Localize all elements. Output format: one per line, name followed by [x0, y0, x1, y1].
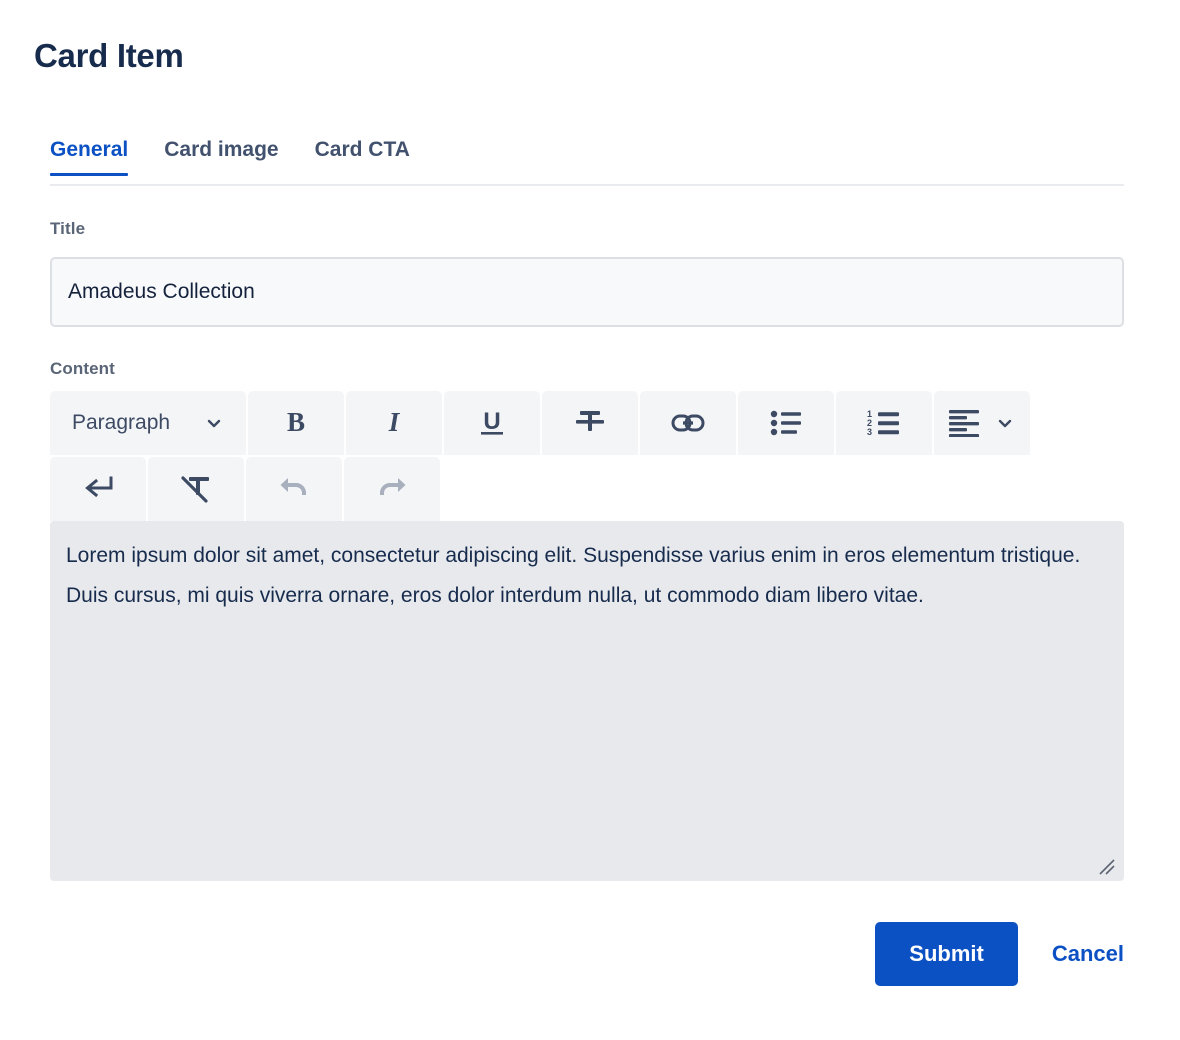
tab-card-image[interactable]: Card image	[164, 138, 278, 174]
strikethrough-button[interactable]	[542, 391, 638, 455]
toolbar-group-bold: B	[248, 391, 344, 455]
form-actions: Submit Cancel	[0, 922, 1124, 986]
editor-toolbar: Paragraph B I U 1 2 3	[50, 391, 1124, 523]
toolbar-group-italic: I	[346, 391, 442, 455]
paragraph-style-dropdown[interactable]: Paragraph	[50, 391, 246, 455]
redo-button[interactable]	[344, 457, 440, 521]
undo-button[interactable]	[246, 457, 342, 521]
bold-icon: B	[283, 408, 309, 438]
line-break-button[interactable]	[50, 457, 146, 521]
chevron-down-icon	[204, 413, 224, 433]
svg-text:U: U	[483, 408, 500, 435]
underline-icon: U	[478, 408, 506, 438]
toolbar-group-paragraph: Paragraph	[50, 391, 246, 455]
align-left-icon	[949, 409, 981, 437]
clear-formatting-button[interactable]	[148, 457, 244, 521]
line-break-icon	[82, 475, 114, 503]
toolbar-group-line-break	[50, 457, 146, 521]
bullet-list-button[interactable]	[738, 391, 834, 455]
svg-text:I: I	[388, 408, 401, 437]
tab-general[interactable]: General	[50, 138, 129, 176]
italic-button[interactable]: I	[346, 391, 442, 455]
toolbar-group-underline: U	[444, 391, 540, 455]
toolbar-group-numbered-list: 1 2 3	[836, 391, 932, 455]
bold-button[interactable]: B	[248, 391, 344, 455]
toolbar-group-align	[934, 391, 1030, 455]
undo-icon	[277, 476, 311, 502]
chevron-down-icon	[995, 413, 1015, 433]
page-title: Card Item	[34, 37, 184, 74]
tab-card-cta[interactable]: Card CTA	[315, 138, 410, 174]
toolbar-group-link	[640, 391, 736, 455]
content-textarea[interactable]	[50, 521, 1124, 881]
svg-text:B: B	[287, 408, 305, 437]
numbered-list-icon: 1 2 3	[867, 410, 901, 436]
toolbar-group-clear-formatting	[148, 457, 244, 521]
toolbar-group-undo	[246, 457, 342, 521]
paragraph-style-label: Paragraph	[72, 411, 171, 434]
title-input[interactable]	[50, 257, 1124, 327]
toolbar-group-redo	[344, 457, 440, 521]
redo-icon	[375, 476, 409, 502]
italic-icon: I	[381, 408, 407, 438]
toolbar-group-bullet-list	[738, 391, 834, 455]
strikethrough-icon	[573, 407, 607, 439]
cancel-button[interactable]: Cancel	[1052, 941, 1124, 967]
toolbar-group-strikethrough	[542, 391, 638, 455]
submit-button[interactable]: Submit	[875, 922, 1018, 986]
link-button[interactable]	[640, 391, 736, 455]
content-field-label: Content	[50, 359, 115, 378]
svg-text:3: 3	[867, 427, 872, 436]
align-left-button[interactable]	[934, 391, 1030, 455]
clear-formatting-icon	[180, 474, 212, 504]
link-icon	[671, 411, 705, 435]
underline-button[interactable]: U	[444, 391, 540, 455]
numbered-list-button[interactable]: 1 2 3	[836, 391, 932, 455]
tab-bar: General Card image Card CTA	[50, 138, 1124, 186]
bullet-list-icon	[770, 410, 802, 436]
card-item-form: Card Item General Card image Card CTA Ti…	[0, 0, 1180, 1040]
title-field-label: Title	[50, 219, 86, 238]
